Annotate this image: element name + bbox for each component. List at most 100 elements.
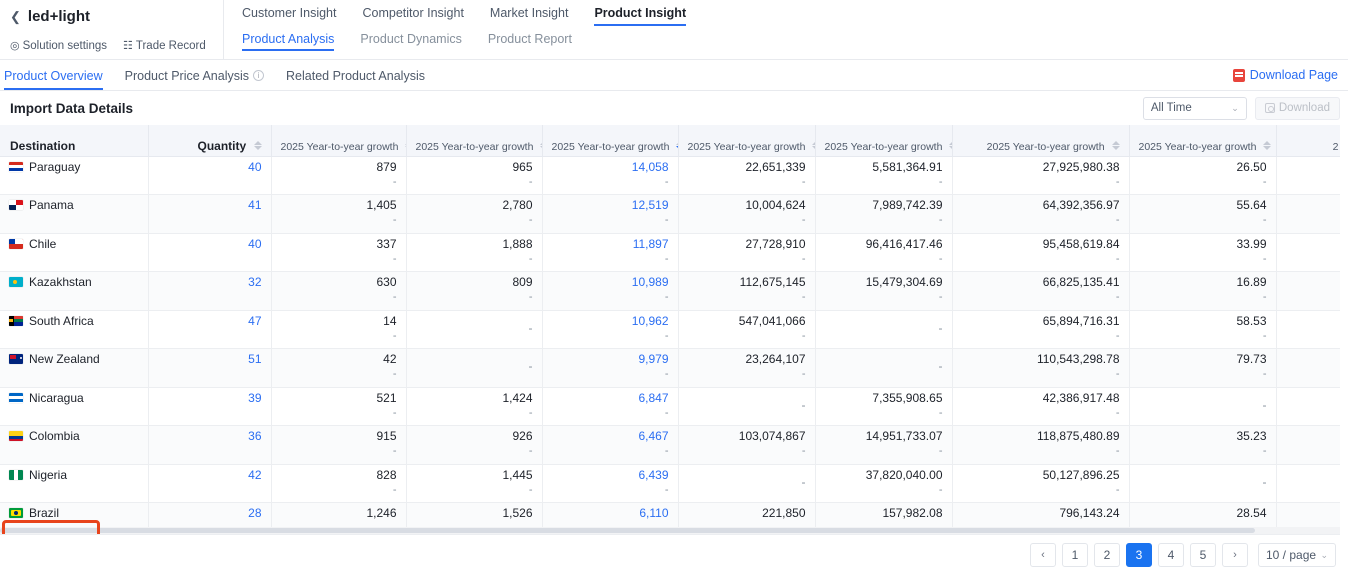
quantity-value[interactable]: 39 — [158, 391, 261, 406]
tab-product-insight[interactable]: Product Insight — [594, 6, 686, 26]
tab-product-dynamics[interactable]: Product Dynamics — [360, 32, 461, 51]
table-row[interactable]: Colombia 36 915-926-6,467-103,074,867-14,9… — [0, 425, 1340, 465]
page-size-value: 10 / page — [1266, 548, 1317, 562]
tab-competitor-insight[interactable]: Competitor Insight — [362, 6, 463, 26]
metric-growth: - — [801, 368, 806, 380]
table-row[interactable]: Paraguay 40 879-965-14,058-22,651,339-5,58… — [0, 156, 1340, 195]
flag-brazil-icon — [9, 508, 23, 518]
trade-record-label: Trade Record — [135, 40, 206, 52]
tab-related-product-analysis[interactable]: Related Product Analysis — [286, 61, 425, 90]
tab-customer-insight[interactable]: Customer Insight — [242, 6, 336, 26]
download-button[interactable]: Download — [1254, 96, 1340, 120]
metric-value[interactable]: 6,467 — [552, 429, 668, 444]
tab-product-analysis[interactable]: Product Analysis — [242, 32, 335, 51]
metric-value: 879 — [376, 159, 397, 174]
quantity-value[interactable]: 28 — [158, 506, 261, 521]
col-header-destination-label: Destination — [10, 138, 76, 153]
metric-value[interactable]: 6,847 — [552, 391, 668, 406]
metric-growth: - — [664, 214, 669, 226]
table-row[interactable]: Kazakhstan 32 630-809-10,989-112,675,145-1… — [0, 271, 1340, 311]
table-row[interactable]: South Africa 47 14- -10,962-547,041,066- -65… — [0, 310, 1340, 349]
metric-value[interactable]: 6,110 — [552, 506, 668, 521]
metric-value[interactable]: 11,897 — [552, 237, 669, 252]
quantity-value[interactable]: 51 — [158, 352, 261, 367]
sort-icon-quantity[interactable] — [253, 140, 262, 151]
col-header-c3[interactable]: 2025 Year-to-year growth — [406, 125, 543, 157]
pagination-next[interactable]: › — [1222, 543, 1248, 567]
metric-value[interactable]: 6,439 — [552, 468, 668, 483]
col-header-c2[interactable]: 2025 Year-to-year growth — [271, 125, 407, 157]
pagination-page-1[interactable]: 1 — [1062, 543, 1088, 567]
page-size-select[interactable]: 10 / page ⌄ — [1258, 543, 1336, 567]
time-filter-select[interactable]: All Time ⌄ — [1142, 96, 1247, 120]
cell-destination: Nicaragua — [0, 387, 149, 426]
metric-value[interactable]: 12,519 — [552, 198, 669, 213]
cell-destination: Kazakhstan — [0, 271, 149, 311]
sort-icon-c8[interactable] — [1263, 140, 1272, 151]
col-header-c9[interactable]: 2 — [1276, 125, 1340, 157]
cell-metric-2: 1,405 - — [271, 194, 407, 234]
quantity-value[interactable]: 42 — [158, 468, 261, 483]
table-row[interactable]: Nicaragua 39 521-1,424-6,847- -7,355,908.65… — [0, 387, 1340, 426]
flag-kazakhstan-icon — [9, 277, 23, 287]
destination-cell: South Africa — [9, 314, 139, 328]
metric-value: 96,416,417.46 — [865, 236, 943, 251]
pagination-page-4[interactable]: 4 — [1158, 543, 1184, 567]
solution-panel: ❮ led+light ◎ Solution settings ☷ Trade … — [0, 0, 224, 59]
horizontal-scrollbar[interactable] — [0, 527, 1340, 534]
download-page-button[interactable]: Download Page — [1232, 68, 1338, 82]
quantity-value[interactable]: 41 — [158, 198, 261, 213]
quantity-value[interactable]: 47 — [158, 314, 261, 329]
quantity-value[interactable]: 36 — [158, 429, 261, 444]
metric-value: 5,581,364.91 — [872, 159, 943, 174]
trade-record-link[interactable]: ☷ Trade Record — [123, 40, 206, 52]
metric-value[interactable]: 9,979 — [552, 352, 668, 367]
col-header-c6[interactable]: 2025 Year-to-year growth — [815, 125, 953, 157]
metric-value[interactable]: 10,989 — [552, 275, 669, 290]
cell-metric-3: 1,424- — [406, 387, 543, 426]
tab-product-overview[interactable]: Product Overview — [4, 61, 103, 90]
tab-product-report[interactable]: Product Report — [488, 32, 572, 51]
pagination-prev[interactable]: ‹ — [1030, 543, 1056, 567]
table-row[interactable]: Chile 40 337-1,888-11,897-27,728,910-96,41… — [0, 233, 1340, 272]
solution-settings-link[interactable]: ◎ Solution settings — [10, 40, 107, 52]
table-row[interactable]: Panama 41 1,405-2,780-12,519-10,004,624-7,… — [0, 194, 1340, 234]
metric-growth: - — [528, 483, 533, 496]
chevron-left-icon[interactable]: ❮ — [10, 8, 21, 26]
cell-metric-7: 95,458,619.84- — [952, 233, 1130, 272]
table-row[interactable]: Nigeria 42 828-1,445-6,439- -37,820,040.00-… — [0, 464, 1340, 503]
primary-tabs: Customer Insight Competitor Insight Mark… — [242, 0, 1348, 26]
col-header-c5[interactable]: 2025 Year-to-year growth — [678, 125, 816, 157]
quantity-value[interactable]: 40 — [158, 237, 261, 252]
pagination-page-5[interactable]: 5 — [1190, 543, 1216, 567]
metric-value: 14 — [383, 313, 397, 328]
cell-metric-9 — [1276, 464, 1340, 503]
cell-metric-4: 10,962- — [542, 310, 679, 349]
col-header-quantity[interactable]: Quantity — [148, 125, 272, 157]
info-icon[interactable]: i — [253, 70, 265, 81]
settings-gear-icon: ◎ — [10, 39, 20, 52]
sort-icon-c7[interactable] — [1111, 140, 1120, 151]
col-header-c9-label: 2 — [1332, 140, 1339, 153]
metric-growth: - — [392, 291, 397, 303]
cell-metric-6: 7,355,908.65- — [815, 387, 953, 426]
quantity-value[interactable]: 32 — [158, 275, 261, 290]
metric-value[interactable]: 14,058 — [552, 160, 669, 175]
cell-quantity: 40 — [148, 233, 272, 272]
metric-value[interactable]: 10,962 — [552, 314, 669, 329]
metric-growth: - — [664, 329, 669, 342]
pagination-page-3[interactable]: 3 — [1126, 543, 1152, 567]
tab-market-insight[interactable]: Market Insight — [490, 6, 569, 26]
table-row[interactable]: New Zealand 51 42- -9,979-23,264,107- -110,5… — [0, 348, 1340, 388]
tab-product-price-analysis[interactable]: Product Price Analysis i — [125, 61, 265, 90]
cell-metric-3: 965- — [406, 156, 543, 195]
col-header-c8[interactable]: 2025 Year-to-year growth — [1129, 125, 1277, 157]
pagination-page-2[interactable]: 2 — [1094, 543, 1120, 567]
scrollbar-thumb[interactable] — [0, 528, 1255, 533]
quantity-value[interactable]: 40 — [158, 160, 261, 175]
col-header-c7[interactable]: 2025 Year-to-year growth — [952, 125, 1130, 157]
col-header-c4[interactable]: 2025 Year-to-year growth — [542, 125, 679, 157]
col-header-destination[interactable]: Destination — [0, 125, 149, 157]
cell-destination: Nigeria — [0, 464, 149, 503]
metric-value: 26.50 — [1236, 159, 1267, 174]
